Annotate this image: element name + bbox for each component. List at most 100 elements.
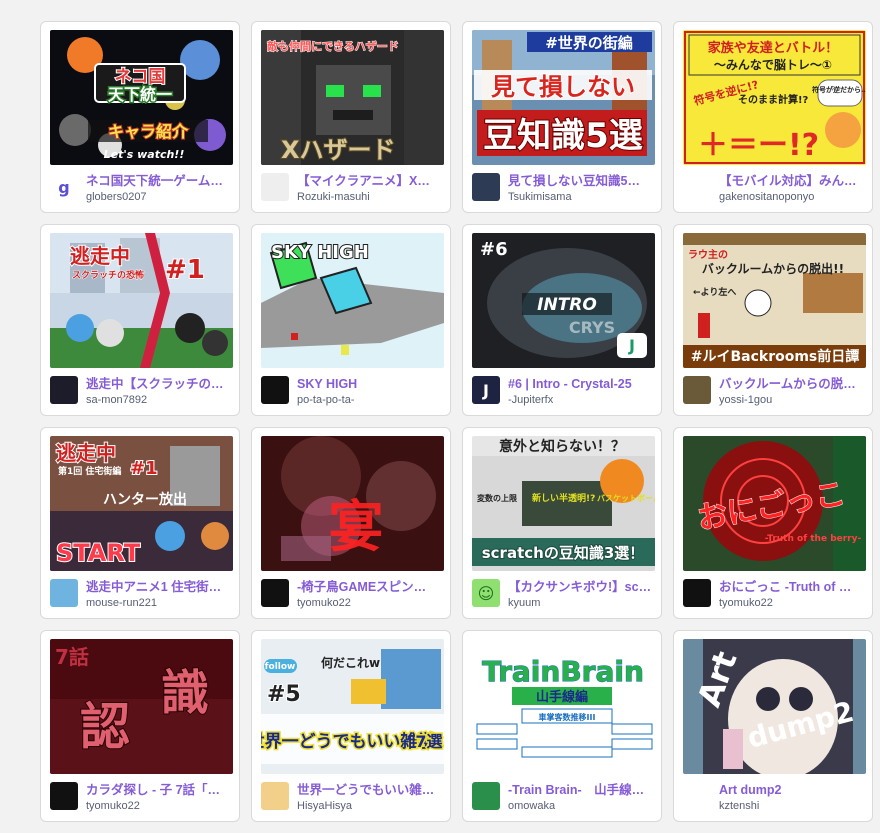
shogi-piece-icon[interactable] (261, 782, 289, 810)
project-meta: 逃走中【スクラッチの… sa-mon7892 (50, 376, 231, 410)
project-card[interactable]: ネコ国 天下統一 キャラ紹介 Let's watch!! g ネコ国天下統一ゲー… (40, 21, 240, 213)
thumbnail-art: 宴 (261, 436, 444, 571)
thumb-text: 第1回 住宅街編 (58, 465, 121, 477)
project-title[interactable]: おにごっこ -Truth of … (719, 580, 864, 595)
project-card[interactable]: SKY HIGH SKY HIGH po-ta-po-ta- (251, 224, 451, 416)
dark-avatar-icon[interactable] (50, 376, 78, 404)
project-author[interactable]: omowaka (508, 800, 653, 813)
project-thumbnail[interactable]: ラウ主の バックルームからの脱出!! ←より左へ #ルイBackrooms前日譚 (683, 233, 866, 368)
project-title[interactable]: バックルームからの脱… (719, 377, 864, 392)
project-author[interactable]: yossi-1gou (719, 394, 864, 407)
green-avatar-icon[interactable] (472, 782, 500, 810)
project-title[interactable]: Art dump2 (719, 783, 864, 798)
g-letter-icon[interactable]: g (50, 173, 78, 201)
project-thumbnail[interactable]: 逃走中 スクラッチの恐怖 #1 (50, 233, 233, 368)
project-card[interactable]: 意外と知らない！？ 変数の上限 新しい半透明!? バスケットボールの秘密 scr… (462, 427, 662, 619)
project-card[interactable]: Art dump2 Art dump2 kztenshi (673, 630, 873, 822)
project-title[interactable]: #6 | Intro - Crystal-25 (508, 377, 653, 392)
thumb-text: 山手線編 (536, 689, 588, 705)
project-author[interactable]: tyomuko22 (297, 597, 442, 610)
project-card[interactable]: 7話 認 識 カラダ探し - 子 7話「… tyomuko22 (40, 630, 240, 822)
sketch-avatar-icon[interactable] (683, 782, 711, 810)
project-author[interactable]: tyomuko22 (86, 800, 231, 813)
thumb-text: #1 (165, 255, 205, 285)
thumbnail-art: SKY HIGH (261, 233, 444, 368)
project-card[interactable]: 逃走中 スクラッチの恐怖 #1 逃走中【スクラッチの… sa-mon7892 (40, 224, 240, 416)
project-title[interactable]: -椅子鳥GAMEスピン… (297, 580, 442, 595)
project-author[interactable]: HisyaHisya (297, 800, 442, 813)
room-avatar-icon[interactable] (683, 376, 711, 404)
thumb-text: INTRO (537, 295, 597, 315)
thumb-text: バスケットボールの秘密 (597, 493, 655, 503)
project-thumbnail[interactable]: 7話 認 識 (50, 639, 233, 774)
project-author[interactable]: gakenositanoponyo (719, 191, 864, 204)
project-thumbnail[interactable]: TrainBrain 山手線編 車掌客数推移III (472, 639, 655, 774)
project-title[interactable]: カラダ探し - 子 7話「… (86, 783, 231, 798)
thumb-text: バックルームからの脱出!! (702, 261, 844, 276)
project-card[interactable]: 家族や友達とバトル！ ～みんなで脳トレ～① 符号を逆に!? そのまま計算!? 符… (673, 21, 873, 213)
project-author[interactable]: po-ta-po-ta- (297, 394, 442, 407)
project-card[interactable]: TrainBrain 山手線編 車掌客数推移III -Train Brain- … (462, 630, 662, 822)
project-thumbnail[interactable]: 家族や友達とバトル！ ～みんなで脳トレ～① 符号を逆に!? そのまま計算!? 符… (683, 30, 866, 165)
project-title[interactable]: SKY HIGH (297, 377, 442, 392)
project-author[interactable]: kztenshi (719, 800, 864, 813)
project-card[interactable]: #6 INTRO CRYS J J #6 | Intro - Crystal-2… (462, 224, 662, 416)
project-title[interactable]: 逃走中【スクラッチの… (86, 377, 231, 392)
project-author[interactable]: tyomuko22 (719, 597, 864, 610)
cat-avatar-icon[interactable] (261, 173, 289, 201)
project-title[interactable]: 【モバイル対応】みん… (719, 174, 864, 189)
project-title[interactable]: -Train Brain- 山手線… (508, 783, 653, 798)
project-title[interactable]: ネコ国天下統一ゲーム… (86, 174, 231, 189)
thumb-text: スクラッチの恐怖 (72, 269, 144, 281)
red-badge-icon[interactable] (683, 173, 711, 201)
thumb-text: ネコ国 (115, 67, 166, 87)
thumbnail-art: Art dump2 (683, 639, 866, 774)
j-logo-icon[interactable]: J (472, 376, 500, 404)
dark-avatar-icon[interactable] (50, 782, 78, 810)
project-card[interactable]: 宴 -椅子鳥GAMEスピン… tyomuko22 (251, 427, 451, 619)
thumbnail-art: TrainBrain 山手線編 車掌客数推移III (472, 639, 655, 774)
project-thumbnail[interactable]: 敵も仲間にできるハザード Xハザード (261, 30, 444, 165)
project-thumbnail[interactable]: SKY HIGH (261, 233, 444, 368)
project-title[interactable]: 【カクサンキボウ!】scratch… (508, 580, 653, 595)
project-card[interactable]: follow follow 何だこれw #5 世界一どうでもいい雑学 7選 世界… (251, 630, 451, 822)
project-meta: SKY HIGH po-ta-po-ta- (261, 376, 442, 410)
project-card[interactable]: おにごっこ -Truth of the berry- おにごっこ -Truth … (673, 427, 873, 619)
thumb-text: START (56, 539, 141, 567)
person-photo-icon[interactable] (472, 173, 500, 201)
project-thumbnail[interactable]: 逃走中 第1回 住宅街編 #1 ハンター放出 START (50, 436, 233, 571)
project-title[interactable]: 逃走中アニメ1 住宅街… (86, 580, 231, 595)
project-title[interactable]: 見て損しない豆知識5… (508, 174, 653, 189)
project-author[interactable]: globers0207 (86, 191, 231, 204)
thumbnail-art: follow follow 何だこれw #5 世界一どうでもいい雑学 7選 (261, 639, 444, 774)
project-thumbnail[interactable]: Art dump2 (683, 639, 866, 774)
pixel-avatar-icon[interactable] (50, 579, 78, 607)
project-thumbnail[interactable]: ネコ国 天下統一 キャラ紹介 Let's watch!! (50, 30, 233, 165)
thumb-text: 7選 (415, 732, 442, 751)
project-author[interactable]: Tsukimisama (508, 191, 653, 204)
project-thumbnail[interactable]: おにごっこ -Truth of the berry- (683, 436, 866, 571)
project-card[interactable]: #世界の街編 見て損しない 豆知識5選 見て損しない豆知識5… Tsukimis… (462, 21, 662, 213)
project-card[interactable]: 敵も仲間にできるハザード Xハザード 【マイクラアニメ】X… Rozuki-ma… (251, 21, 451, 213)
project-thumbnail[interactable]: #6 INTRO CRYS J (472, 233, 655, 368)
project-thumbnail[interactable]: 宴 (261, 436, 444, 571)
project-author[interactable]: -Jupiterfx (508, 394, 653, 407)
project-thumbnail[interactable]: follow follow 何だこれw #5 世界一どうでもいい雑学 7選 (261, 639, 444, 774)
project-author[interactable]: sa-mon7892 (86, 394, 231, 407)
smile-avatar-icon[interactable]: ☺ (472, 579, 500, 607)
project-author[interactable]: mouse-run221 (86, 597, 231, 610)
project-meta: 【モバイル対応】みん… gakenositanoponyo (683, 173, 864, 207)
project-card[interactable]: ラウ主の バックルームからの脱出!! ←より左へ #ルイBackrooms前日譚… (673, 224, 873, 416)
dark-avatar-icon[interactable] (261, 579, 289, 607)
block-avatar-icon[interactable] (261, 376, 289, 404)
project-card[interactable]: 逃走中 第1回 住宅街編 #1 ハンター放出 START 逃走中アニメ1 住宅街… (40, 427, 240, 619)
project-title[interactable]: 【マイクラアニメ】X… (297, 174, 442, 189)
thumbnail-art: #6 INTRO CRYS J (472, 233, 655, 368)
project-author[interactable]: Rozuki-masuhi (297, 191, 442, 204)
project-title[interactable]: 世界一どうでもいい雑… (297, 783, 442, 798)
project-thumbnail[interactable]: #世界の街編 見て損しない 豆知識5選 (472, 30, 655, 165)
project-thumbnail[interactable]: 意外と知らない！？ 変数の上限 新しい半透明!? バスケットボールの秘密 scr… (472, 436, 655, 571)
project-author[interactable]: kyuum (508, 597, 653, 610)
project-meta: おにごっこ -Truth of … tyomuko22 (683, 579, 864, 613)
dark-avatar-icon[interactable] (683, 579, 711, 607)
